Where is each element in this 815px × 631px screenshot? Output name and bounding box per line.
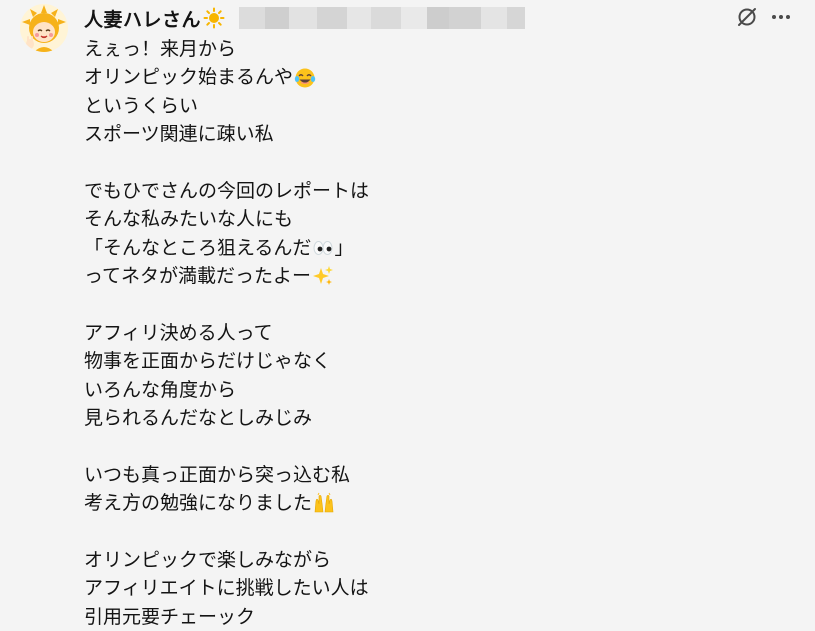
more-dots-icon <box>772 15 790 19</box>
post-line: そんな私みたいな人にも <box>84 208 294 231</box>
post-line-blank <box>84 291 784 319</box>
post-line: いろんな角度から <box>84 378 237 401</box>
eye-slash-icon <box>738 8 756 26</box>
post-card: 人妻ハレさん えぇっ！来月から オリンピック始まるんや というくらい スポーツ関… <box>0 0 815 628</box>
post-line: 見られるんだなとしみじみ <box>84 407 313 430</box>
post-line: 考え方の勉強になりました <box>84 489 784 517</box>
post-line: オリンピック始まるんや <box>84 63 784 91</box>
mute-button[interactable] <box>734 4 760 30</box>
post-header: 人妻ハレさん <box>84 4 526 32</box>
post-line: えぇっ！来月から <box>84 38 237 60</box>
handle-redacted <box>239 7 526 29</box>
sun-emoji-icon <box>203 7 225 29</box>
post-line: スポーツ関連に疎い私 <box>84 123 274 146</box>
post-line: 引用元要チェーック <box>84 605 256 628</box>
raised-hands-emoji-icon <box>313 492 335 514</box>
post-line: オリンピックで楽しみながら <box>84 549 332 572</box>
post-line: ってネタが満載だったよー <box>84 262 784 290</box>
post-line: アフィリエイトに挑戦したい人は <box>84 577 369 600</box>
post-line: 物事を正面からだけじゃなく <box>84 350 332 373</box>
post-line: アフィリ決める人って <box>84 321 273 344</box>
display-name[interactable]: 人妻ハレさん <box>84 5 201 32</box>
post-line: というくらい <box>84 94 199 117</box>
sparkles-emoji-icon <box>312 265 334 287</box>
eyes-emoji-icon <box>312 237 334 259</box>
post-line-blank <box>84 149 784 177</box>
post-body: えぇっ！来月から オリンピック始まるんや というくらい スポーツ関連に疎い私 で… <box>84 35 784 631</box>
post-line-blank <box>84 518 784 546</box>
joy-tears-emoji-icon <box>294 67 316 89</box>
post-line: でもひでさんの今回のレポートは <box>84 179 370 202</box>
avatar[interactable] <box>20 4 68 52</box>
avatar-illustration-icon <box>20 4 68 52</box>
more-options-button[interactable] <box>768 4 794 30</box>
post-line-blank <box>84 432 784 460</box>
post-line: 「そんなところ狙えるんだ 」 <box>84 236 354 259</box>
post-line: いつも真っ正面から突っ込む私 <box>84 463 351 486</box>
